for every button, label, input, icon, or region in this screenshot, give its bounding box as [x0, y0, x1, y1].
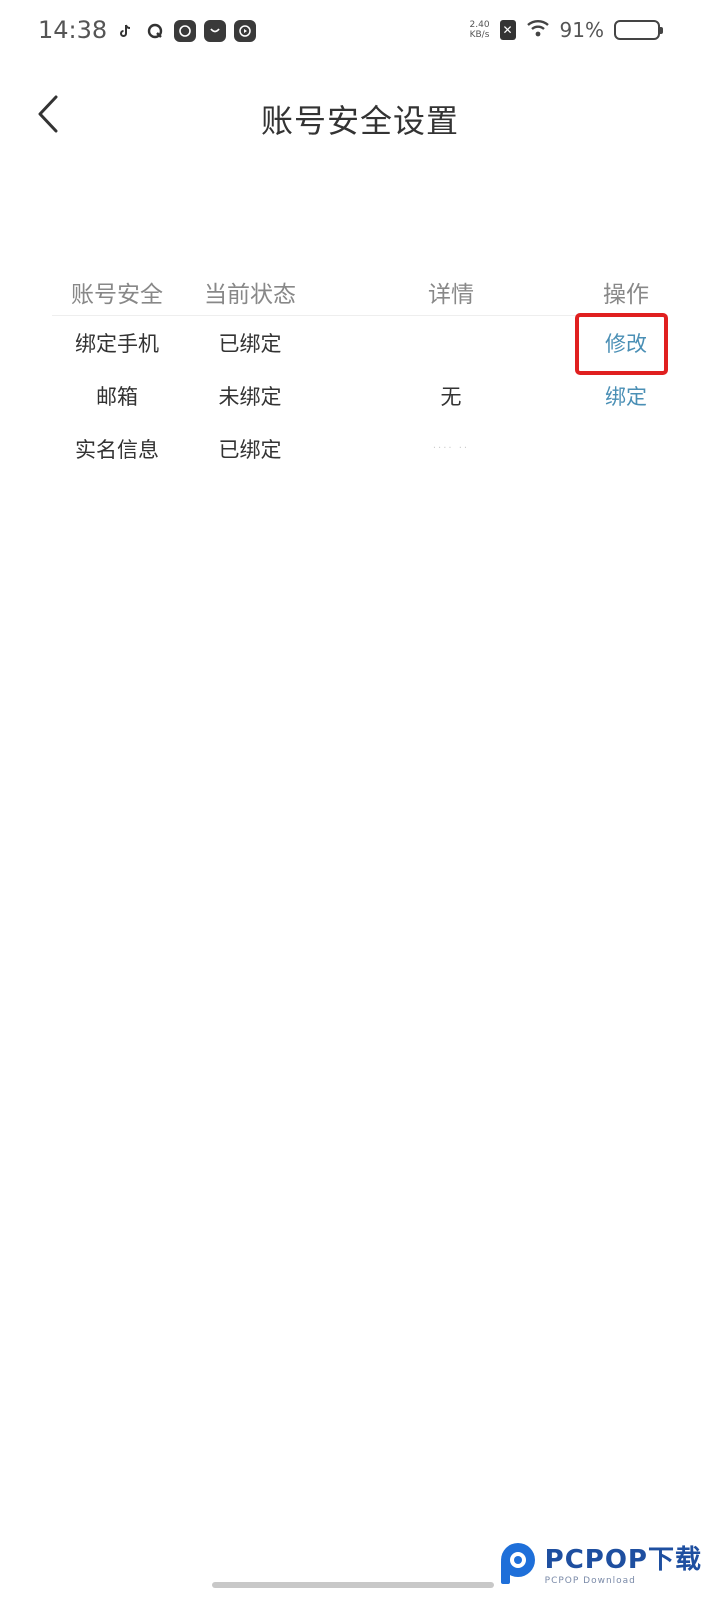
table-row: 实名信息 已绑定 ···· ··	[52, 422, 668, 475]
watermark-title: PCPOP下载	[544, 1545, 702, 1575]
page-title: 账号安全设置	[260, 102, 459, 140]
network-speed: 2.40 KB/s	[470, 20, 490, 40]
table-row: 绑定手机 已绑定 修改	[52, 316, 668, 369]
sim-icon: ✕	[499, 20, 516, 40]
watermark-subtitle: PCPOP Download	[544, 1576, 636, 1586]
table-row: 邮箱 未绑定 无 绑定	[52, 369, 668, 422]
row-item-label: 邮箱	[96, 384, 138, 409]
battery-icon	[614, 20, 663, 40]
battery-percent: 91%	[559, 18, 604, 42]
tiktok-icon	[114, 20, 136, 42]
row-detail-masked: ···· ··	[432, 443, 470, 454]
column-header-detail: 详情	[428, 281, 474, 308]
quark-icon	[144, 20, 166, 42]
bind-email-button[interactable]: 绑定	[584, 381, 668, 411]
account-security-table: 账号安全 当前状态 详情 操作 绑定手机 已绑定 修改 邮箱 未绑定 无 绑定 …	[52, 268, 668, 475]
pcpop-logo-icon	[500, 1542, 535, 1584]
shop-icon	[204, 20, 226, 42]
player-icon	[234, 20, 256, 42]
wifi-icon	[526, 18, 550, 42]
column-header-item: 账号安全	[71, 281, 163, 308]
watermark: PCPOP下载 PCPOP Download	[493, 1539, 702, 1586]
network-speed-unit: KB/s	[469, 30, 490, 40]
nav-bar: 账号安全设置	[0, 80, 720, 150]
network-speed-value: 2.40	[469, 20, 490, 30]
status-bar: 14:38 2.40 KB/s ✕ 91%	[0, 0, 720, 64]
du-icon	[174, 20, 196, 42]
row-status: 已绑定	[218, 331, 282, 356]
status-time: 14:38	[38, 16, 108, 44]
column-header-status: 当前状态	[204, 281, 296, 308]
row-item-label: 实名信息	[75, 437, 159, 462]
row-status: 未绑定	[218, 384, 282, 409]
home-indicator[interactable]	[212, 1582, 494, 1588]
row-detail: 无	[440, 384, 462, 409]
column-header-action: 操作	[603, 281, 649, 308]
row-item-label: 绑定手机	[75, 331, 159, 356]
table-header: 账号安全 当前状态 详情 操作	[52, 268, 668, 316]
status-right: 2.40 KB/s ✕ 91%	[470, 18, 663, 42]
modify-phone-button[interactable]: 修改	[584, 328, 668, 358]
notification-icons	[114, 20, 256, 42]
row-status: 已绑定	[218, 437, 282, 462]
